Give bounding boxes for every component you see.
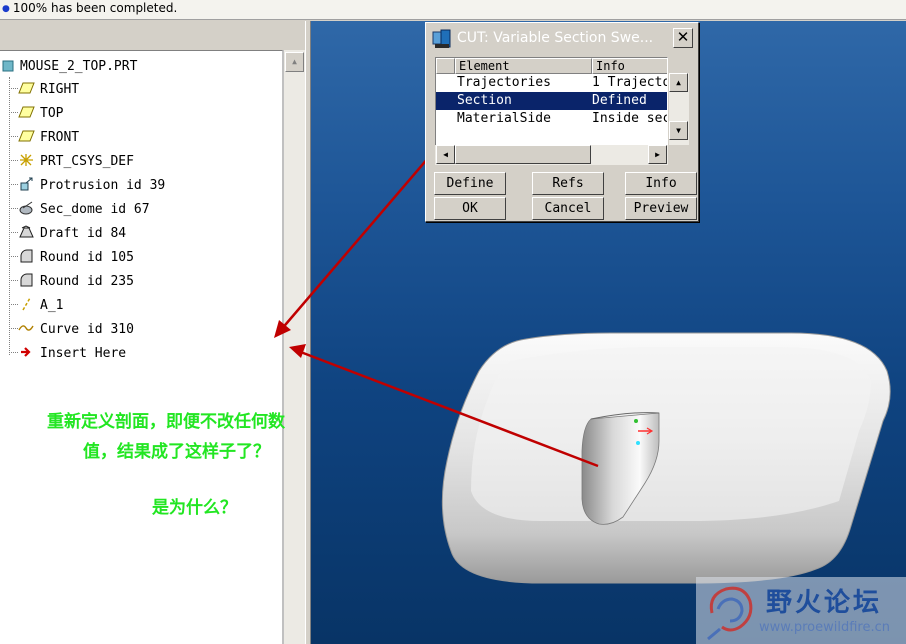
- annotation-line-3: 是为什么？: [152, 498, 237, 518]
- tree-scrollbar[interactable]: ▲: [283, 50, 305, 644]
- proe-app-icon: [432, 29, 451, 48]
- scroll-up-icon[interactable]: ▲: [285, 52, 304, 72]
- table-cell-info: Inside sec: [592, 111, 668, 126]
- tree-item-round-105[interactable]: Round id 105: [9, 249, 134, 267]
- protrusion-icon: [20, 177, 33, 191]
- tree-item-label: PRT_CSYS_DEF: [40, 154, 134, 169]
- tree-item-sec-dome[interactable]: Sec_dome id 67: [9, 201, 150, 219]
- tree-item-protrusion[interactable]: Protrusion id 39: [9, 177, 165, 195]
- preview-button[interactable]: Preview: [625, 197, 697, 220]
- table-row[interactable]: Trajectories 1 Trajectory: [436, 74, 667, 92]
- table-cell-element: MaterialSide: [457, 111, 551, 126]
- draft-icon: [19, 225, 34, 238]
- tree-item-label: Draft id 84: [40, 226, 127, 241]
- scroll-thumb[interactable]: [455, 145, 591, 164]
- tree-item-a-1[interactable]: A_1: [9, 297, 63, 315]
- cut-variable-section-sweep-dialog: CUT: Variable Section Swe... ✕ Element I…: [425, 22, 699, 222]
- table-header-corner: [436, 58, 455, 74]
- curve-icon: [18, 325, 34, 331]
- status-message: 100% has been completed.: [12, 1, 178, 15]
- datum-plane-icon: [18, 106, 35, 118]
- table-horizontal-scrollbar[interactable]: ◀ ▶: [435, 145, 668, 165]
- forum-watermark: 野火论坛 www.proewildfire.cn: [696, 577, 906, 644]
- tree-root-node[interactable]: MOUSE_2_TOP.PRT: [2, 59, 137, 77]
- tree-item-draft[interactable]: Draft id 84: [9, 225, 126, 243]
- info-button[interactable]: Info: [625, 172, 697, 195]
- tree-item-insert-here[interactable]: Insert Here: [9, 345, 126, 363]
- datum-plane-icon: [18, 130, 35, 142]
- datum-axis-icon: [22, 297, 31, 311]
- part-icon: [2, 60, 14, 72]
- close-icon[interactable]: ✕: [673, 28, 693, 48]
- table-cell-element: Trajectories: [457, 75, 551, 90]
- tree-item-top[interactable]: TOP: [9, 105, 63, 123]
- coordinate-system-icon: [20, 154, 33, 166]
- tree-item-curve[interactable]: Curve id 310: [9, 321, 134, 339]
- ok-button[interactable]: OK: [434, 197, 506, 220]
- table-row-selected[interactable]: Section Defined: [436, 92, 667, 110]
- section-dome-icon: [19, 201, 33, 215]
- tree-item-label: Round id 235: [40, 274, 134, 289]
- tree-item-front[interactable]: FRONT: [9, 129, 79, 147]
- watermark-name: 野火论坛: [766, 588, 883, 618]
- tree-item-label: Curve id 310: [40, 322, 134, 337]
- tree-item-label: TOP: [40, 106, 64, 121]
- tree-item-label: Round id 105: [40, 250, 134, 265]
- table-header-element[interactable]: Element: [455, 58, 592, 74]
- dialog-title: CUT: Variable Section Swe...: [457, 30, 654, 46]
- tree-root-label: MOUSE_2_TOP.PRT: [20, 59, 138, 74]
- table-cell-element: Section: [457, 93, 512, 108]
- scroll-right-icon[interactable]: ▶: [648, 145, 667, 164]
- status-bar: ● 100% has been completed.: [0, 0, 906, 20]
- status-bullet-icon: ●: [2, 4, 10, 14]
- define-button[interactable]: Define: [434, 172, 506, 195]
- insert-arrow-icon: [21, 347, 31, 357]
- tree-item-label: Sec_dome id 67: [40, 202, 150, 217]
- tree-item-prt-csys-def[interactable]: PRT_CSYS_DEF: [9, 153, 134, 171]
- tree-item-right[interactable]: RIGHT: [9, 81, 79, 99]
- tree-item-label: Protrusion id 39: [40, 178, 166, 193]
- table-header-info[interactable]: Info: [592, 58, 667, 74]
- tree-item-label: A_1: [40, 298, 64, 313]
- watermark-url: www.proewildfire.cn: [759, 620, 890, 635]
- scroll-down-icon[interactable]: ▼: [669, 121, 688, 140]
- scroll-up-icon[interactable]: ▲: [669, 73, 688, 92]
- table-row[interactable]: MaterialSide Inside sec: [436, 110, 668, 128]
- annotation-line-2: 值，结果成了这样子了？: [83, 442, 270, 462]
- dialog-titlebar[interactable]: CUT: Variable Section Swe... ✕: [428, 25, 696, 51]
- round-icon: [20, 273, 33, 287]
- table-cell-info: Defined: [592, 93, 647, 108]
- tree-item-label: Insert Here: [40, 346, 127, 361]
- tree-item-label: FRONT: [40, 130, 80, 145]
- cancel-button[interactable]: Cancel: [532, 197, 604, 220]
- table-cell-info: 1 Trajectory: [592, 75, 667, 90]
- tree-toolbar-strip: [0, 21, 310, 49]
- table-vertical-scrollbar[interactable]: ▲ ▼: [669, 73, 689, 145]
- tree-item-round-235[interactable]: Round id 235: [9, 273, 134, 291]
- model-tree: MOUSE_2_TOP.PRT RIGHT TOP FRONT PRT_CSYS…: [0, 50, 283, 644]
- tree-item-label: RIGHT: [40, 82, 80, 97]
- scroll-left-icon[interactable]: ◀: [436, 145, 455, 164]
- round-icon: [20, 249, 33, 263]
- datum-plane-icon: [18, 82, 35, 94]
- annotation-line-1: 重新定义剖面，即便不改任何数: [47, 412, 285, 432]
- forum-logo-icon: [707, 586, 753, 641]
- refs-button[interactable]: Refs: [532, 172, 604, 195]
